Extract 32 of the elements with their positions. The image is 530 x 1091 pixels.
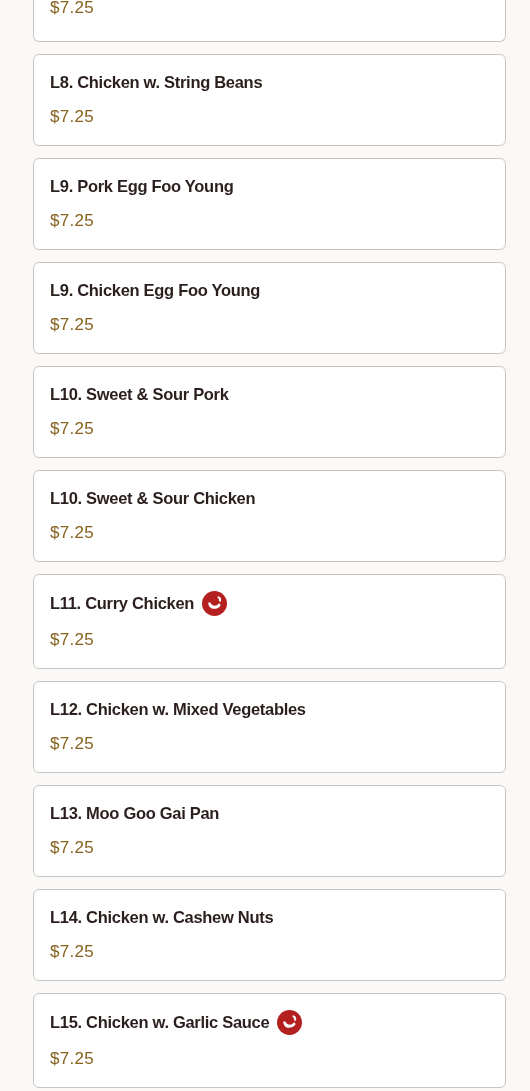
menu-item-card[interactable]: L9. Pork Egg Foo Young $7.25 <box>33 158 506 250</box>
item-price: $7.25 <box>50 523 96 543</box>
menu-item-card[interactable]: L14. Chicken w. Cashew Nuts $7.25 <box>33 889 506 981</box>
menu-item-card[interactable]: L13. Moo Goo Gai Pan $7.25 <box>33 785 506 877</box>
menu-item-card[interactable]: L9. Chicken Egg Foo Young $7.25 <box>33 262 506 354</box>
item-name: L13. Moo Goo Gai Pan <box>50 803 220 823</box>
item-price: $7.25 <box>50 942 96 962</box>
item-price: $7.25 <box>50 419 96 439</box>
menu-item-card[interactable]: L10. Sweet & Sour Pork $7.25 <box>33 366 506 458</box>
item-name: L9. Chicken Egg Foo Young <box>50 280 261 300</box>
item-price: $7.25 <box>50 838 96 858</box>
item-price: $7.25 <box>50 1049 96 1069</box>
item-price: $7.25 <box>50 0 96 18</box>
item-name: L14. Chicken w. Cashew Nuts <box>50 907 274 927</box>
item-name: L11. Curry Chicken <box>50 594 195 613</box>
item-name: L9. Pork Egg Foo Young <box>50 176 234 196</box>
menu-item-card[interactable]: $7.25 <box>33 0 506 42</box>
menu-item-card[interactable]: L15. Chicken w. Garlic Sauce $7.25 <box>33 993 506 1088</box>
item-price: $7.25 <box>50 315 96 335</box>
item-price: $7.25 <box>50 211 96 231</box>
item-name: L8. Chicken w. String Beans <box>50 72 263 92</box>
item-name: L15. Chicken w. Garlic Sauce <box>50 1013 270 1032</box>
item-price: $7.25 <box>50 107 96 127</box>
item-price: $7.25 <box>50 630 96 650</box>
menu-item-card[interactable]: L11. Curry Chicken $7.25 <box>33 574 506 669</box>
item-name: L10. Sweet & Sour Chicken <box>50 488 256 508</box>
menu-item-card[interactable]: L12. Chicken w. Mixed Vegetables $7.25 <box>33 681 506 773</box>
menu-item-card[interactable]: L8. Chicken w. String Beans $7.25 <box>33 54 506 146</box>
item-name: L12. Chicken w. Mixed Vegetables <box>50 699 306 719</box>
item-name: L10. Sweet & Sour Pork <box>50 384 229 404</box>
item-price: $7.25 <box>50 734 96 754</box>
menu-item-card[interactable]: L10. Sweet & Sour Chicken $7.25 <box>33 470 506 562</box>
